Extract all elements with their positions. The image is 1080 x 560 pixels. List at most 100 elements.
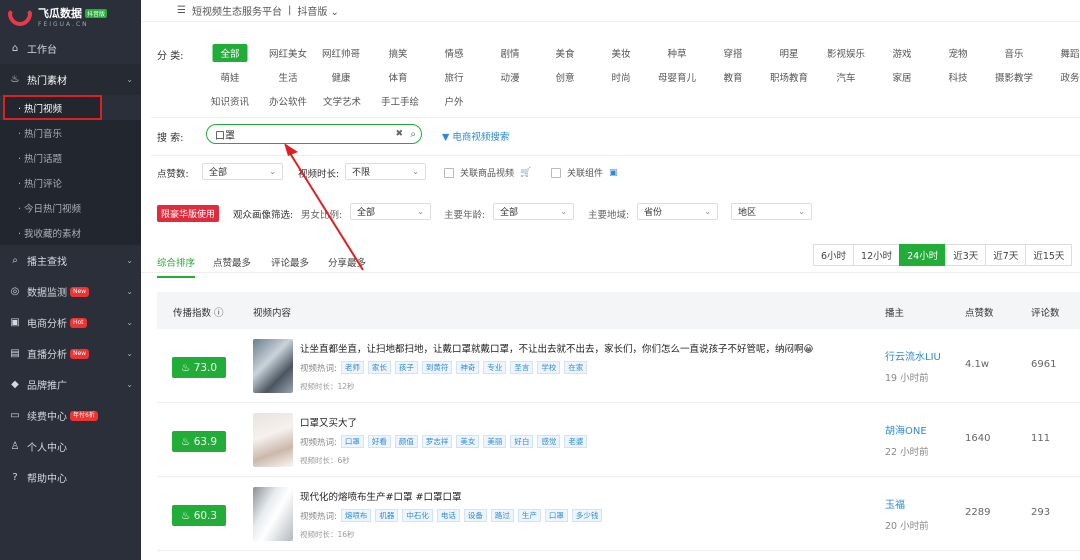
sidebar-item-personal[interactable]: ♙ 个人中心 — [0, 431, 141, 462]
category-item[interactable]: 穿搭 — [723, 46, 742, 60]
video-thumbnail[interactable] — [253, 413, 293, 467]
keyword-tag[interactable]: 老师 — [340, 361, 364, 374]
keyword-tag[interactable]: 圣言 — [510, 361, 534, 374]
keyword-tag[interactable]: 到黄符 — [421, 361, 453, 374]
component-checkbox[interactable]: 关联组件 ▣ — [551, 166, 618, 179]
category-item[interactable]: 种草 — [667, 46, 686, 60]
keyword-tag[interactable]: 神奇 — [456, 361, 480, 374]
category-item[interactable]: 文学艺术 — [323, 94, 361, 108]
video-title[interactable]: 现代化的熔喷布生产#口罩 #口罩口罩 — [300, 489, 461, 503]
checkbox[interactable] — [444, 167, 454, 178]
category-item[interactable]: 健康 — [331, 70, 350, 84]
version-switch[interactable]: 抖音版 ⌄ — [297, 3, 339, 18]
category-item[interactable]: 剧情 — [500, 46, 519, 60]
keyword-tag[interactable]: 口罩 — [340, 435, 364, 448]
category-item[interactable]: 萌娃 — [220, 70, 239, 84]
table-row[interactable]: ♨ 73.0 让坐直都坐直，让扫地都扫地，让戴口罩就戴口罩，不让出去就不出去，家长… — [157, 329, 1080, 403]
keyword-tag[interactable]: 学校 — [537, 361, 561, 374]
sidebar-subitem-hot-comment[interactable]: · 热门评论 — [0, 170, 141, 195]
sidebar-item-brand[interactable]: ◆ 品牌推广 ⌄ — [0, 369, 141, 400]
video-title[interactable]: 让坐直都坐直，让扫地都扫地，让戴口罩就戴口罩，不让出去就不出去，家长们，你们怎么… — [300, 341, 813, 355]
table-row[interactable]: ♨ 63.9 口罩又买大了 视频热词: 口罩 好看 颜值 罗志祥 美女 美丽 好白 感觉 老婆 视频时长… — [157, 403, 1080, 477]
goods-video-checkbox[interactable]: 关联商品视频 🛒 — [444, 166, 531, 179]
anchor-name[interactable]: 玉福 — [885, 496, 905, 511]
category-item[interactable]: 舞蹈 — [1060, 46, 1079, 60]
category-item[interactable]: 宠物 — [948, 46, 967, 60]
keyword-tag[interactable]: 生产 — [517, 509, 541, 522]
category-item[interactable]: 政务 — [1060, 70, 1079, 84]
video-title[interactable]: 口罩又买大了 — [300, 415, 357, 429]
luxury-only-button[interactable]: 限豪华版使用 — [157, 205, 220, 222]
district-select[interactable]: 地区 ⌄ — [731, 203, 812, 220]
category-item[interactable]: 教育 — [723, 70, 742, 84]
sidebar-item-hot-material[interactable]: ♨ 热门素材 ⌄ — [0, 64, 141, 95]
table-row[interactable]: ♨ 60.3 现代化的熔喷布生产#口罩 #口罩口罩 视频热词: 熔喷布 机器 中石化 电话设… — [157, 477, 1080, 551]
duration-select[interactable]: 不限 ⌄ — [345, 163, 426, 180]
search-input[interactable]: 口罩 ✖ ⌕ — [206, 124, 422, 144]
keyword-tag[interactable]: 美丽 — [483, 435, 507, 448]
time-tab-12h[interactable]: 12小时 — [853, 244, 901, 266]
category-item[interactable]: 办公软件 — [269, 94, 307, 108]
category-item[interactable]: 网红美女 — [269, 46, 307, 60]
gender-select[interactable]: 全部 ⌄ — [350, 203, 431, 220]
keyword-tag[interactable]: 熔喷布 — [340, 509, 372, 522]
category-item[interactable]: 旅行 — [444, 70, 463, 84]
time-tab-15d[interactable]: 近15天 — [1025, 244, 1073, 266]
menu-icon[interactable]: ☰ — [177, 5, 186, 16]
keyword-tag[interactable]: 设备 — [463, 509, 487, 522]
keyword-tag[interactable]: 感觉 — [537, 435, 561, 448]
keyword-tag[interactable]: 机器 — [375, 509, 399, 522]
clear-icon[interactable]: ✖ — [395, 129, 403, 139]
keyword-tag[interactable]: 颜值 — [394, 435, 418, 448]
category-item[interactable]: 职场教育 — [770, 70, 808, 84]
keyword-tag[interactable]: 好白 — [510, 435, 534, 448]
category-all[interactable]: 全部 — [212, 44, 248, 62]
keyword-tag[interactable]: 老婆 — [564, 435, 588, 448]
anchor-name[interactable]: 胡海ONE — [885, 422, 927, 437]
tab-most-comments[interactable]: 评论最多 — [271, 255, 309, 269]
search-icon[interactable]: ⌕ — [410, 129, 416, 140]
likes-select[interactable]: 全部 ⌄ — [202, 163, 283, 180]
sidebar-subitem-hot-music[interactable]: · 热门音乐 — [0, 120, 141, 145]
keyword-tag[interactable]: 孩子 — [394, 361, 418, 374]
category-item[interactable]: 户外 — [444, 94, 463, 108]
sidebar-item-live[interactable]: ▤ 直播分析 New ⌄ — [0, 338, 141, 369]
category-item[interactable]: 家居 — [892, 70, 911, 84]
time-tab-7d[interactable]: 近7天 — [985, 244, 1027, 266]
sidebar-item-ecommerce[interactable]: ▣ 电商分析 Hot ⌄ — [0, 307, 141, 338]
info-icon[interactable]: ⓘ — [214, 308, 224, 319]
category-item[interactable]: 网红帅哥 — [322, 46, 360, 60]
sidebar-subitem-today-hot-video[interactable]: · 今日热门视频 — [0, 195, 141, 220]
tab-comprehensive[interactable]: 综合排序 — [157, 255, 196, 278]
category-item[interactable]: 生活 — [278, 70, 297, 84]
tab-most-shares[interactable]: 分享最多 — [328, 255, 366, 269]
time-tab-3d[interactable]: 近3天 — [945, 244, 987, 266]
category-item[interactable]: 明星 — [779, 46, 798, 60]
tab-most-likes[interactable]: 点赞最多 — [213, 255, 251, 269]
category-item[interactable]: 体育 — [388, 70, 407, 84]
keyword-tag[interactable]: 中石化 — [402, 509, 433, 522]
video-thumbnail[interactable] — [253, 339, 293, 393]
sidebar-item-anchor-search[interactable]: ⌕ 播主查找 ⌄ — [0, 245, 141, 276]
keyword-tag[interactable]: 电话 — [436, 509, 460, 522]
category-item[interactable]: 摄影教学 — [995, 70, 1033, 84]
anchor-name[interactable]: 行云流水LIU — [885, 348, 941, 363]
category-item[interactable]: 情感 — [444, 46, 463, 60]
category-item[interactable]: 汽车 — [836, 70, 855, 84]
keyword-tag[interactable]: 罗志祥 — [421, 435, 453, 448]
header-likes[interactable]: 点赞数 — [965, 305, 994, 319]
category-item[interactable]: 美食 — [555, 46, 574, 60]
keyword-tag[interactable]: 路过 — [490, 509, 514, 522]
age-select[interactable]: 全部 ⌄ — [493, 203, 574, 220]
checkbox[interactable] — [551, 167, 561, 178]
logo[interactable]: 飞瓜数据 抖音版 FEIGUA.CN — [0, 0, 141, 33]
keyword-tag[interactable]: 口罩 — [544, 509, 568, 522]
sidebar-subitem-favorites[interactable]: · 我收藏的素材 — [0, 220, 141, 245]
keyword-tag[interactable]: 专业 — [483, 361, 507, 374]
sidebar-item-help[interactable]: ? 帮助中心 — [0, 462, 141, 493]
ecommerce-video-search-link[interactable]: ▼ 电商视频搜索 — [442, 129, 509, 143]
category-item[interactable]: 美妆 — [611, 46, 630, 60]
category-item[interactable]: 母婴育儿 — [658, 70, 696, 84]
keyword-tag[interactable]: 美女 — [456, 435, 480, 448]
sidebar-item-workbench[interactable]: ⌂ 工作台 — [0, 33, 141, 64]
